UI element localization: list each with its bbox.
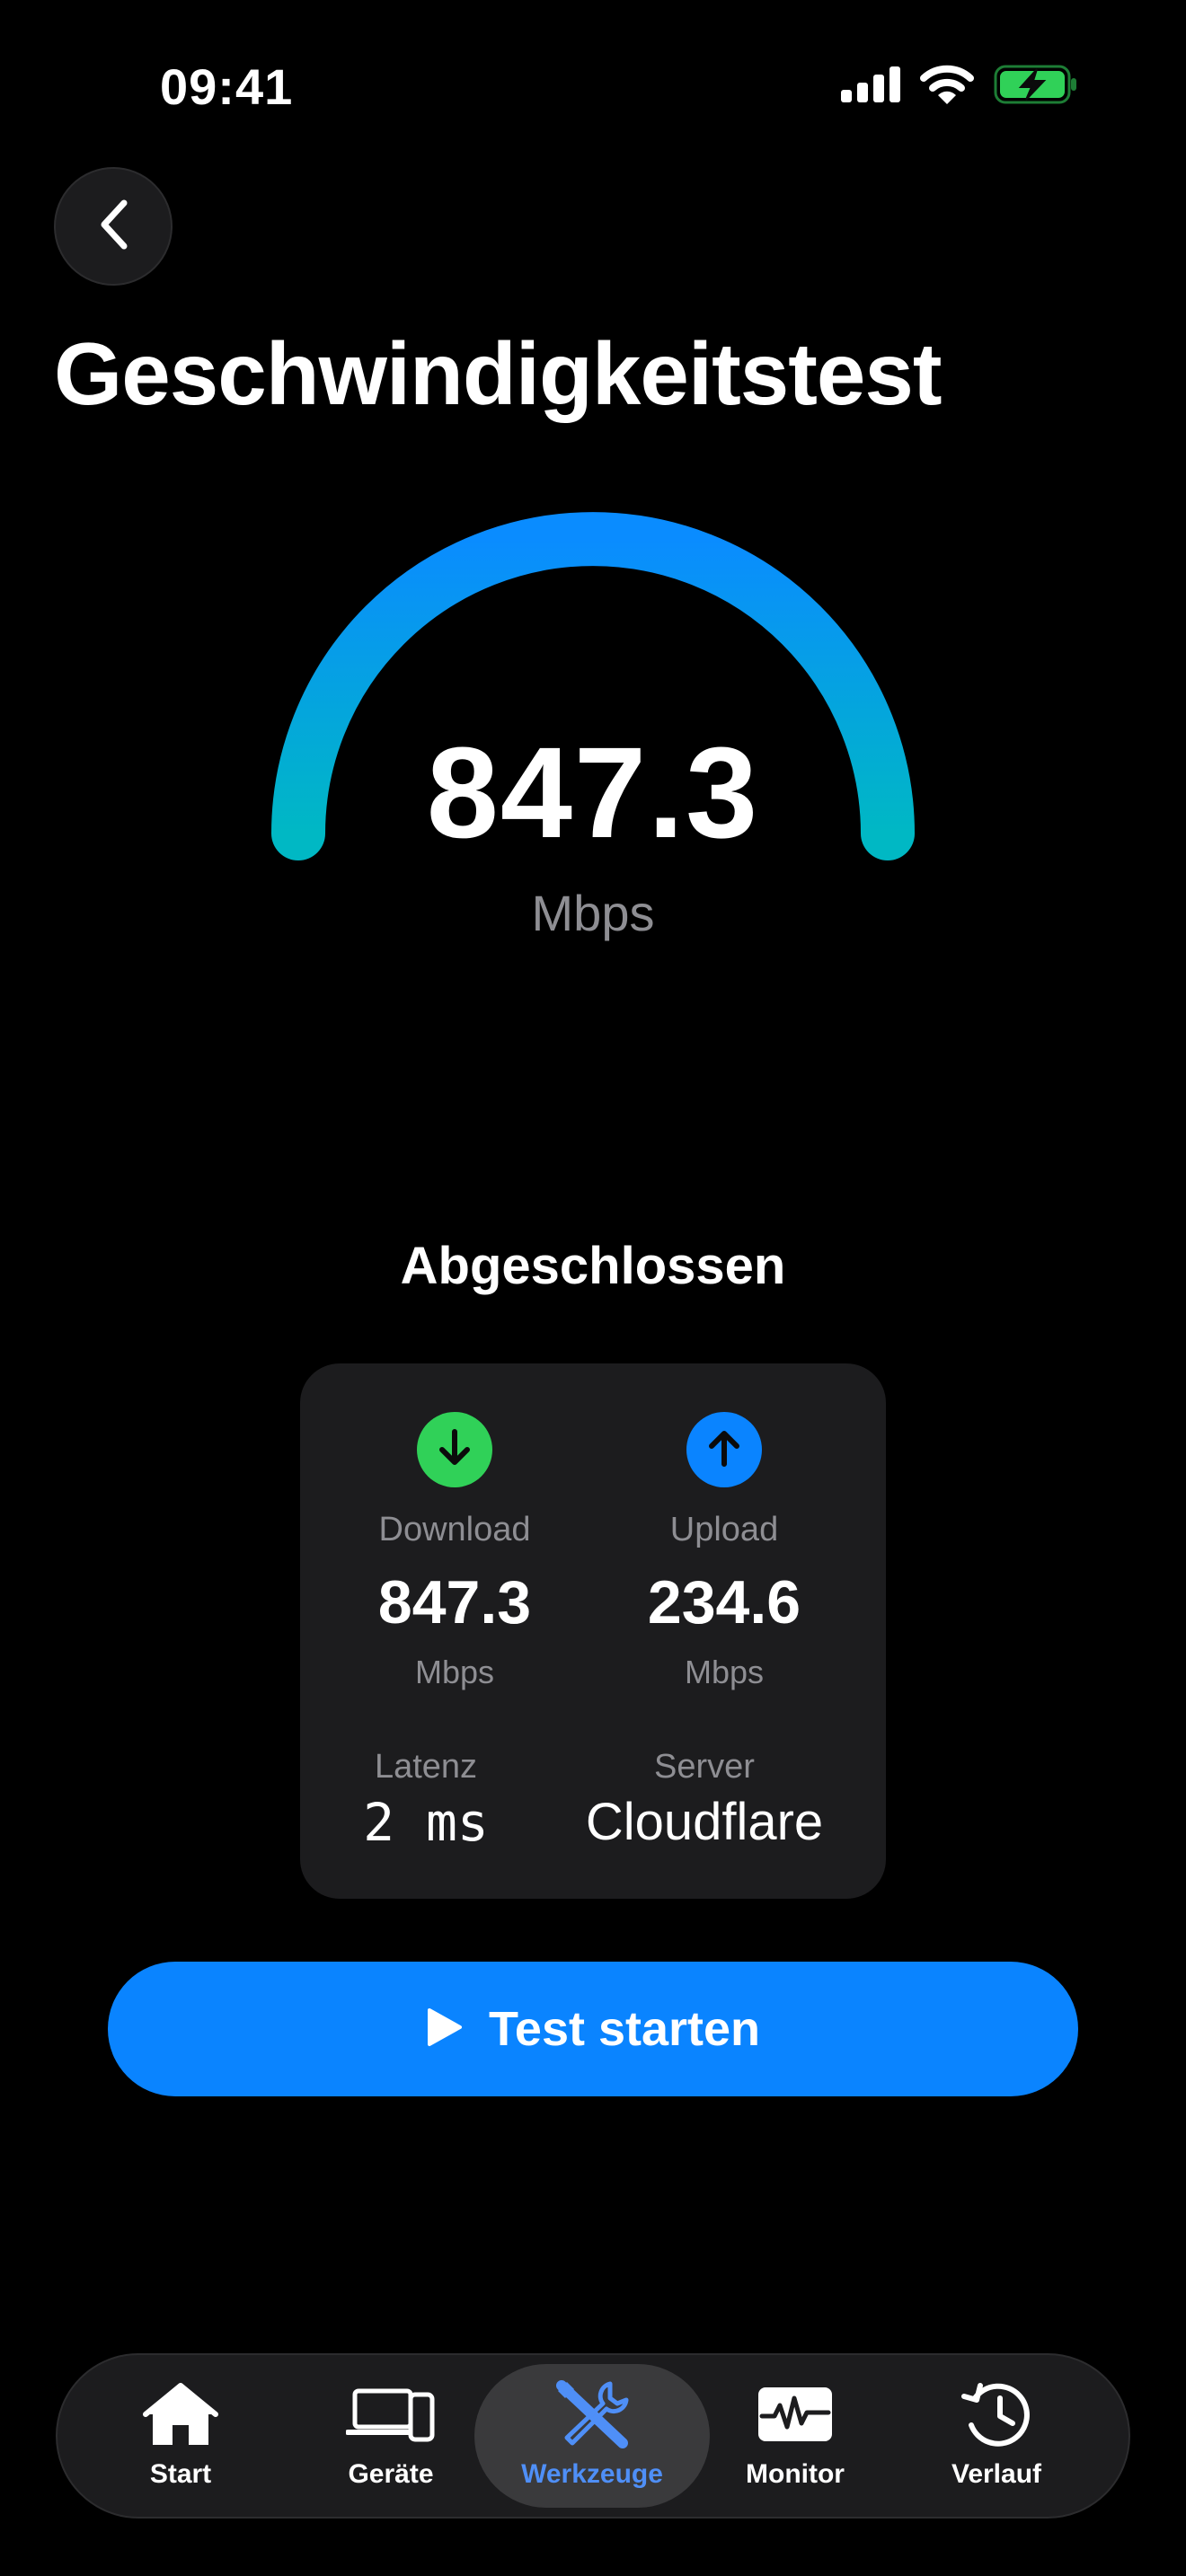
arrow-down-icon [437, 1428, 473, 1472]
tab-start-label: Start [149, 2459, 212, 2489]
history-icon [959, 2378, 1034, 2455]
latency-result: Latenz 2 ms [327, 1748, 525, 1853]
waveform-monitor-icon [757, 2386, 834, 2448]
latency-value: 2 ms [363, 1792, 489, 1853]
page-title: Geschwindigkeitstest [54, 324, 943, 423]
download-value: 847.3 [377, 1568, 532, 1636]
server-label: Server [654, 1748, 755, 1786]
upload-value: 234.6 [647, 1568, 801, 1636]
tab-devices-label: Geräte [348, 2459, 434, 2489]
gauge-unit: Mbps [531, 885, 655, 941]
upload-result: Upload 234.6 Mbps [589, 1412, 859, 1691]
download-badge [417, 1412, 492, 1487]
gauge-value: 847.3 [426, 720, 760, 865]
tab-start[interactable]: Start [63, 2364, 298, 2508]
tab-tools[interactable]: Werkzeuge [474, 2364, 710, 2508]
tab-devices[interactable]: Geräte [273, 2364, 509, 2508]
wifi-icon [920, 65, 974, 109]
back-button[interactable] [54, 167, 173, 286]
server-value: Cloudflare [585, 1793, 824, 1851]
devices-icon [345, 2386, 436, 2448]
status-time: 09:41 [160, 58, 294, 115]
upload-badge [686, 1412, 762, 1487]
start-test-label: Test starten [488, 2002, 761, 2056]
arrow-up-icon [706, 1428, 742, 1472]
house-icon [142, 2382, 219, 2451]
play-icon [426, 2007, 464, 2052]
tools-icon [554, 2378, 630, 2455]
tab-tools-label: Werkzeuge [521, 2459, 663, 2489]
download-result: Download 847.3 Mbps [320, 1412, 589, 1691]
download-label: Download [378, 1511, 531, 1548]
download-unit: Mbps [414, 1654, 495, 1690]
chevron-left-icon [93, 198, 133, 256]
signal-icon [841, 66, 900, 107]
server-result: Server Cloudflare [561, 1748, 848, 1852]
upload-unit: Mbps [684, 1654, 765, 1690]
latency-label: Latenz [374, 1748, 478, 1786]
tab-history-label: Verlauf [951, 2459, 1042, 2489]
battery-charging-icon [994, 65, 1078, 109]
tab-monitor[interactable]: Monitor [677, 2364, 913, 2508]
upload-label: Upload [669, 1511, 779, 1548]
test-status: Abgeschlossen [400, 1237, 786, 1295]
tab-history[interactable]: Verlauf [879, 2364, 1114, 2508]
results-card: Download 847.3 Mbps Upload 234.6 Mbps La… [300, 1363, 886, 1899]
start-test-button[interactable]: Test starten [108, 1962, 1078, 2096]
status-icons [841, 65, 1078, 109]
tab-bar: Start Geräte Werkzeuge Monitor Verlauf [56, 2353, 1130, 2519]
tab-monitor-label: Monitor [746, 2459, 845, 2489]
